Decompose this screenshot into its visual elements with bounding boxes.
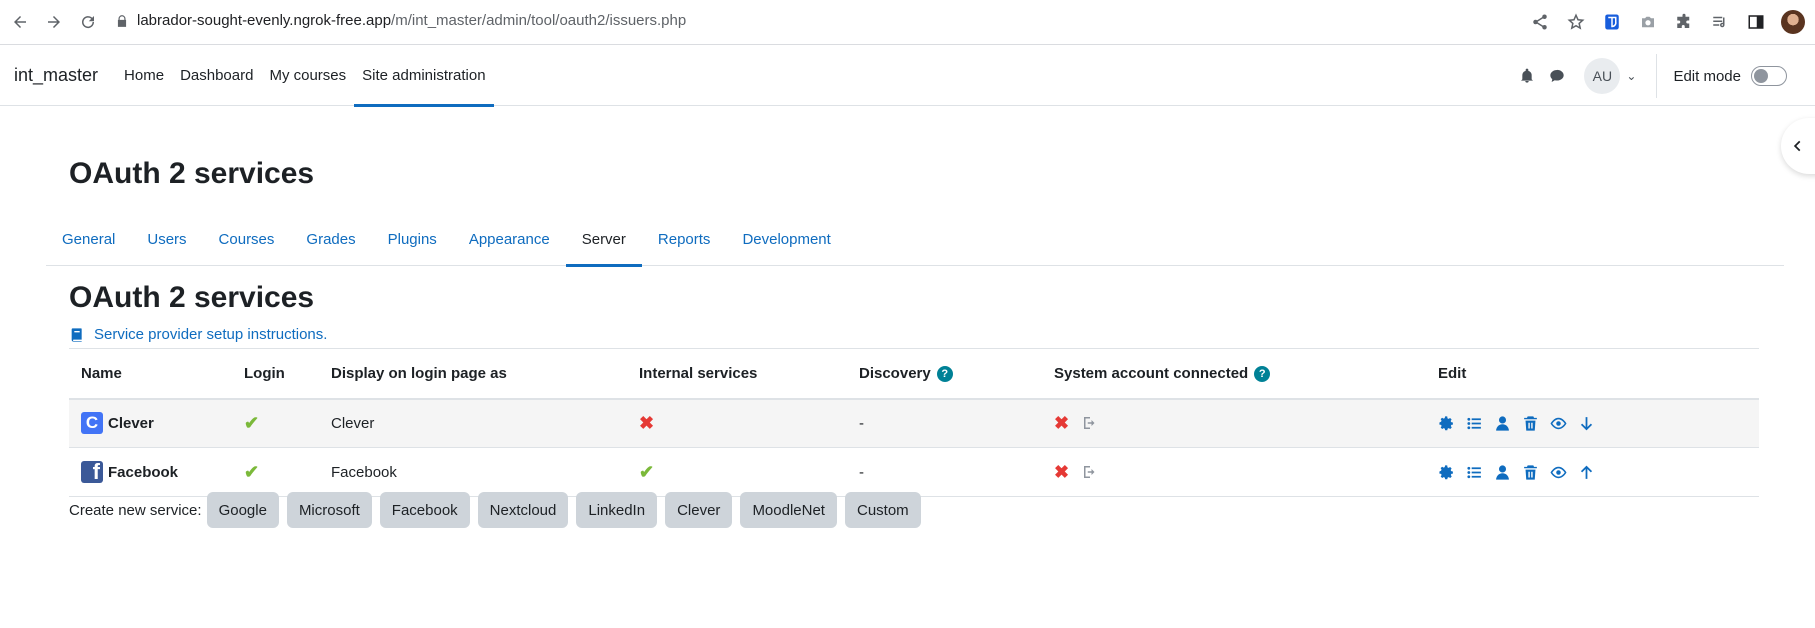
display-name: Clever	[319, 398, 627, 448]
connect-system-account-icon[interactable]	[1081, 414, 1099, 432]
reload-icon[interactable]	[74, 8, 102, 36]
gear-icon[interactable]	[1438, 415, 1455, 432]
check-icon: ✔	[639, 461, 655, 482]
url-path: /m/int_master/admin/tool/oauth2/issuers.…	[391, 12, 687, 29]
header-system-account: System account connected?	[1042, 348, 1426, 400]
setup-instructions-link[interactable]: Service provider setup instructions.	[69, 326, 327, 343]
notifications-bell-icon[interactable]	[1512, 61, 1542, 91]
header-system-label: System account connected	[1054, 364, 1249, 382]
primary-navigation: Home Dashboard My courses Site administr…	[116, 46, 494, 107]
lock-icon	[117, 14, 127, 27]
edit-mode-label: Edit mode	[1673, 67, 1741, 85]
tab-development[interactable]: Development	[726, 212, 846, 266]
create-nextcloud-button[interactable]: Nextcloud	[477, 492, 569, 528]
navbar-divider	[1656, 54, 1658, 98]
edit-mode-toggle[interactable]	[1751, 66, 1787, 86]
cross-icon: ✖	[1054, 412, 1070, 433]
user-icon[interactable]	[1494, 415, 1511, 432]
nav-item-dashboard[interactable]: Dashboard	[172, 46, 261, 106]
user-avatar[interactable]: AU	[1584, 58, 1621, 94]
chevron-down-icon[interactable]: ⌄	[1626, 69, 1636, 83]
setup-instructions-text[interactable]: Service provider setup instructions.	[94, 326, 327, 343]
tab-general[interactable]: General	[46, 212, 131, 266]
share-icon[interactable]	[1529, 11, 1551, 33]
eye-icon[interactable]	[1550, 464, 1567, 481]
camera-icon[interactable]	[1637, 11, 1659, 33]
help-question-icon[interactable]: ?	[936, 365, 953, 382]
discovery-value: -	[847, 398, 1042, 448]
nav-item-site-administration[interactable]: Site administration	[354, 46, 494, 107]
create-new-service: Create new service: Google Microsoft Fac…	[69, 492, 929, 528]
bookmark-star-icon[interactable]	[1565, 11, 1587, 33]
admin-tabs: General Users Courses Grades Plugins App…	[46, 212, 1784, 267]
extensions-icon[interactable]	[1673, 11, 1695, 33]
gear-icon[interactable]	[1438, 464, 1455, 481]
list-icon[interactable]	[1466, 415, 1483, 432]
section-title: OAuth 2 services	[69, 281, 315, 314]
trash-icon[interactable]	[1522, 415, 1539, 432]
create-google-button[interactable]: Google	[206, 492, 279, 528]
clever-logo-icon: C	[81, 412, 103, 435]
url-host: labrador-sought-evenly.ngrok-free.app	[137, 12, 392, 29]
moodle-navbar: int_master Home Dashboard My courses Sit…	[0, 46, 1815, 107]
header-display: Display on login page as	[319, 348, 627, 400]
cross-icon: ✖	[639, 412, 655, 433]
create-linkedin-button[interactable]: LinkedIn	[576, 492, 658, 528]
forward-arrow-icon[interactable]	[40, 8, 68, 36]
tab-plugins[interactable]: Plugins	[372, 212, 453, 266]
service-name: Facebook	[108, 463, 179, 481]
page-title: OAuth 2 services	[69, 157, 315, 190]
create-custom-button[interactable]: Custom	[844, 492, 921, 528]
tab-reports[interactable]: Reports	[642, 212, 727, 266]
check-icon: ✔	[244, 412, 260, 433]
create-facebook-button[interactable]: Facebook	[379, 492, 470, 528]
tab-server[interactable]: Server	[565, 212, 643, 267]
header-internal: Internal services	[627, 348, 847, 400]
trash-icon[interactable]	[1522, 464, 1539, 481]
create-service-label: Create new service:	[69, 501, 202, 519]
eye-icon[interactable]	[1550, 415, 1567, 432]
user-icon[interactable]	[1494, 464, 1511, 481]
discovery-value: -	[847, 447, 1042, 497]
profile-avatar[interactable]	[1781, 10, 1805, 34]
book-icon	[71, 327, 82, 342]
create-moodlenet-button[interactable]: MoodleNet	[740, 492, 837, 528]
site-brand[interactable]: int_master	[14, 65, 98, 86]
header-discovery: Discovery?	[847, 348, 1042, 400]
tab-appearance[interactable]: Appearance	[453, 212, 566, 266]
service-name: Clever	[108, 414, 154, 432]
arrow-down-icon[interactable]	[1578, 415, 1595, 432]
display-name: Facebook	[319, 447, 627, 497]
drawer-toggle-chevron-left-icon[interactable]	[1781, 118, 1815, 174]
header-discovery-label: Discovery	[859, 364, 931, 382]
help-question-icon[interactable]: ?	[1254, 365, 1271, 382]
nav-item-my-courses[interactable]: My courses	[261, 46, 354, 106]
connect-system-account-icon[interactable]	[1081, 463, 1099, 481]
create-microsoft-button[interactable]: Microsoft	[286, 492, 372, 528]
check-icon: ✔	[244, 461, 260, 482]
browser-toolbar: labrador-sought-evenly.ngrok-free.app/m/…	[0, 0, 1815, 45]
back-arrow-icon[interactable]	[6, 8, 34, 36]
media-queue-icon[interactable]	[1709, 11, 1731, 33]
table-row: f Facebook ✔ Facebook ✔ - ✖	[69, 447, 1759, 497]
table-row: C Clever ✔ Clever ✖ - ✖	[69, 398, 1759, 448]
header-edit: Edit	[1426, 348, 1759, 400]
messages-icon[interactable]	[1542, 61, 1572, 91]
address-bar[interactable]: labrador-sought-evenly.ngrok-free.app/m/…	[115, 12, 686, 29]
side-panel-icon[interactable]	[1745, 11, 1767, 33]
create-clever-button[interactable]: Clever	[665, 492, 733, 528]
header-name: Name	[69, 348, 232, 400]
header-login: Login	[232, 348, 319, 400]
cross-icon: ✖	[1054, 461, 1070, 482]
list-icon[interactable]	[1466, 464, 1483, 481]
oauth-services-table: Name Login Display on login page as Inte…	[69, 348, 1759, 497]
facebook-logo-icon: f	[81, 461, 103, 483]
arrow-up-icon[interactable]	[1578, 464, 1595, 481]
tab-grades[interactable]: Grades	[290, 212, 371, 266]
tab-courses[interactable]: Courses	[203, 212, 291, 266]
bitwarden-icon[interactable]	[1601, 11, 1623, 33]
nav-item-home[interactable]: Home	[116, 46, 172, 106]
tab-users[interactable]: Users	[131, 212, 202, 266]
